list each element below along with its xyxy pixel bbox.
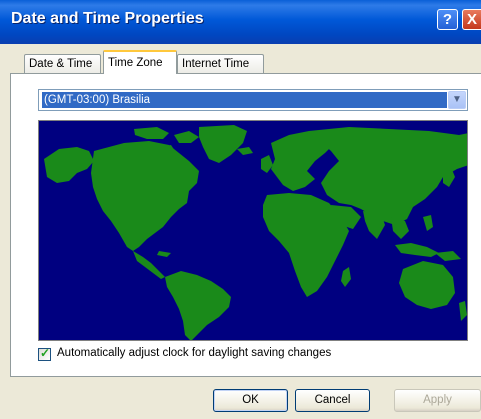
daylight-saving-checkbox[interactable]: ✓ [38, 346, 51, 361]
timezone-select[interactable]: (GMT-03:00) Brasilia ▼ [38, 89, 468, 111]
tab-date-and-time[interactable]: Date & Time [24, 54, 101, 74]
world-map [38, 120, 468, 341]
help-icon: ? [442, 11, 453, 28]
window-title: Date and Time Properties [11, 10, 204, 27]
title-bar[interactable]: Date and Time Properties ? X [0, 0, 481, 44]
ok-button[interactable]: OK [213, 389, 288, 412]
close-button[interactable]: X [462, 9, 481, 30]
close-icon: X [466, 11, 477, 28]
chevron-down-icon: ▼ [452, 94, 462, 105]
dropdown-button[interactable]: ▼ [448, 91, 466, 109]
timezone-selected-value: (GMT-03:00) Brasilia [42, 92, 447, 108]
daylight-saving-label[interactable]: Automatically adjust clock for daylight … [57, 347, 331, 359]
cancel-button[interactable]: Cancel [295, 389, 370, 412]
checkmark-icon: ✓ [40, 346, 51, 360]
date-time-properties-window: Date and Time Properties ? X Date & Time… [0, 0, 481, 419]
help-button[interactable]: ? [437, 9, 458, 30]
tab-internet-time[interactable]: Internet Time [177, 54, 264, 74]
tab-time-zone[interactable]: Time Zone [103, 50, 177, 74]
apply-button[interactable]: Apply [394, 389, 481, 412]
world-map-graphic [39, 121, 467, 340]
